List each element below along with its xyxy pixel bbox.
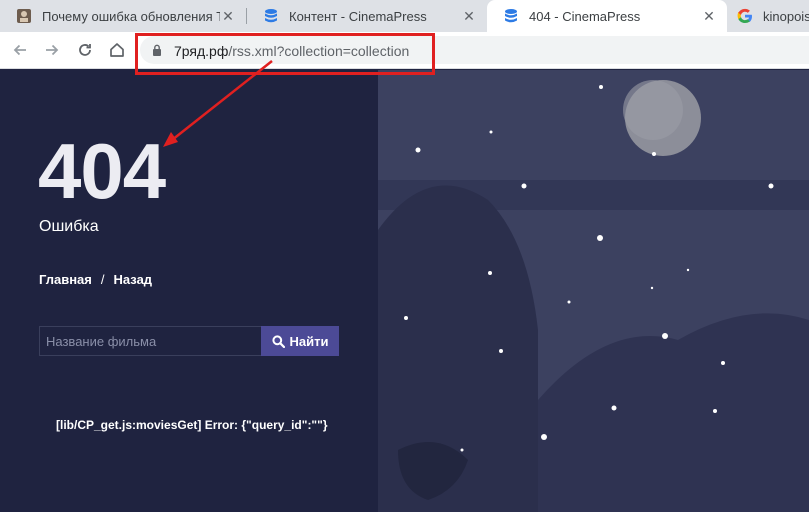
annotation-arrow xyxy=(163,60,273,147)
